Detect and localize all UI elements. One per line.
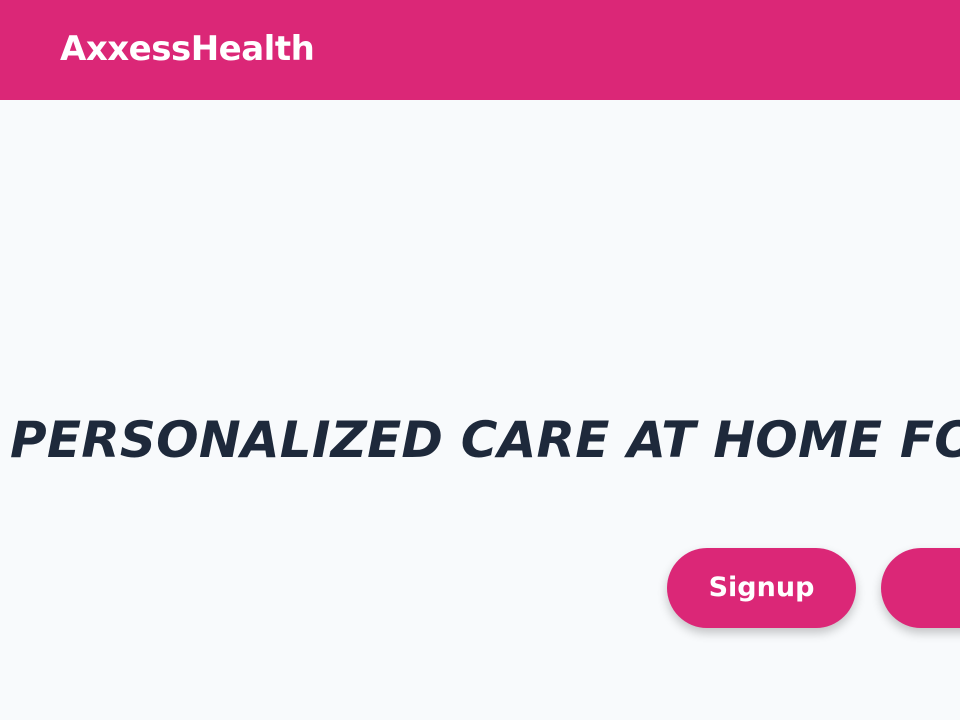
login-button[interactable]: Lo [881,548,960,628]
hero-headline: PERSONALIZED CARE AT HOME FOR [10,411,960,469]
brand-logo-text[interactable]: AxxessHealth [60,24,315,74]
hero-section: PERSONALIZED CARE AT HOME FOR Signup Lo [0,100,960,720]
top-navbar: AxxessHealth [0,0,960,100]
signup-button[interactable]: Signup [667,548,856,628]
